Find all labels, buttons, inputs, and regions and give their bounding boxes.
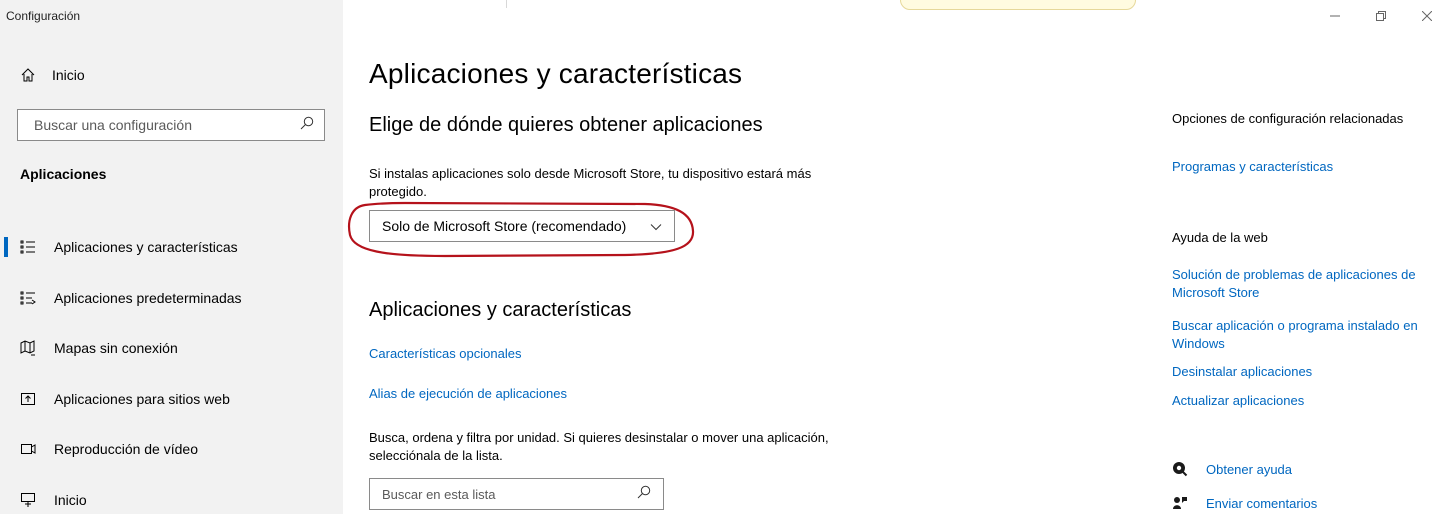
startup-icon [20, 492, 36, 508]
close-button[interactable] [1404, 0, 1450, 32]
send-feedback-row[interactable]: Enviar comentarios [1172, 495, 1317, 511]
app-source-description: Si instalas aplicaciones solo desde Micr… [369, 166, 812, 199]
close-icon [1422, 11, 1432, 21]
optional-features-link[interactable]: Características opcionales [369, 346, 521, 361]
background-window-edge [506, 0, 507, 8]
apps-features-heading: Aplicaciones y características [369, 299, 632, 321]
window-title: Configuración [6, 9, 81, 23]
sidebar-item-video-playback[interactable]: Reproducción de vídeo [0, 424, 343, 475]
restore-button[interactable] [1358, 0, 1404, 32]
uninstall-apps-link[interactable]: Desinstalar aplicaciones [1172, 363, 1442, 381]
sidebar-item-label: Mapas sin conexión [54, 340, 178, 357]
sidebar-item-label: Reproducción de vídeo [54, 441, 198, 458]
programs-features-link[interactable]: Programas y características [1172, 158, 1442, 176]
sidebar-nav: Aplicaciones y características Aplicacio… [0, 222, 343, 514]
sidebar-item-label: Inicio [54, 491, 87, 508]
send-feedback-link[interactable]: Enviar comentarios [1206, 496, 1317, 511]
app-source-dropdown[interactable]: Solo de Microsoft Store (recomendado) [369, 210, 675, 242]
update-apps-link[interactable]: Actualizar aplicaciones [1172, 392, 1442, 410]
sidebar-item-default-apps[interactable]: Aplicaciones predeterminadas [0, 273, 343, 324]
search-icon[interactable] [300, 116, 314, 135]
sidebar-item-startup[interactable]: Inicio [0, 475, 343, 514]
get-help-link[interactable]: Obtener ayuda [1206, 462, 1292, 477]
settings-search-box[interactable] [17, 109, 325, 141]
sidebar-item-apps-for-websites[interactable]: Aplicaciones para sitios web [0, 374, 343, 425]
home-link[interactable]: Inicio [20, 64, 85, 86]
home-label: Inicio [52, 67, 85, 83]
find-installed-app-link[interactable]: Buscar aplicación o programa instalado e… [1172, 317, 1442, 353]
app-list-search-input[interactable] [382, 486, 622, 502]
web-help-heading: Ayuda de la web [1172, 230, 1268, 245]
apps-features-icon [20, 239, 36, 255]
section-title: Aplicaciones [20, 166, 107, 182]
app-list-description: Busca, ordena y filtra por unidad. Si qu… [369, 430, 829, 463]
app-execution-alias-link[interactable]: Alias de ejecución de aplicaciones [369, 386, 567, 401]
window-controls [1312, 0, 1450, 32]
app-source-dropdown-value: Solo de Microsoft Store (recomendado) [382, 218, 627, 234]
default-apps-icon [20, 290, 36, 306]
get-help-row[interactable]: Obtener ayuda [1172, 461, 1292, 477]
home-icon [20, 67, 36, 83]
sidebar-item-label: Aplicaciones predeterminadas [54, 289, 242, 306]
page-title: Aplicaciones y características [369, 58, 743, 89]
video-playback-icon [20, 441, 36, 457]
get-help-icon [1172, 461, 1188, 477]
sidebar-item-apps-features[interactable]: Aplicaciones y características [0, 222, 343, 273]
settings-search-input[interactable] [34, 117, 274, 133]
minimize-button[interactable] [1312, 0, 1358, 32]
related-settings-heading: Opciones de configuración relacionadas [1172, 111, 1404, 126]
background-highlight-fragment [900, 0, 1136, 10]
search-icon[interactable] [637, 485, 651, 504]
offline-maps-icon [20, 340, 36, 356]
sidebar-item-label: Aplicaciones para sitios web [54, 390, 230, 407]
sidebar-item-label: Aplicaciones y características [54, 239, 238, 256]
app-list-search-box[interactable] [369, 478, 664, 510]
app-source-heading: Elige de dónde quieres obtener aplicacio… [369, 114, 763, 136]
sidebar: Configuración Inicio Aplicaciones Aplica… [0, 0, 343, 514]
troubleshoot-store-apps-link[interactable]: Solución de problemas de aplicaciones de… [1172, 266, 1442, 302]
feedback-icon [1172, 495, 1188, 511]
apps-for-websites-icon [20, 391, 36, 407]
restore-icon [1376, 11, 1386, 21]
sidebar-item-offline-maps[interactable]: Mapas sin conexión [0, 323, 343, 374]
chevron-down-icon [650, 218, 662, 234]
